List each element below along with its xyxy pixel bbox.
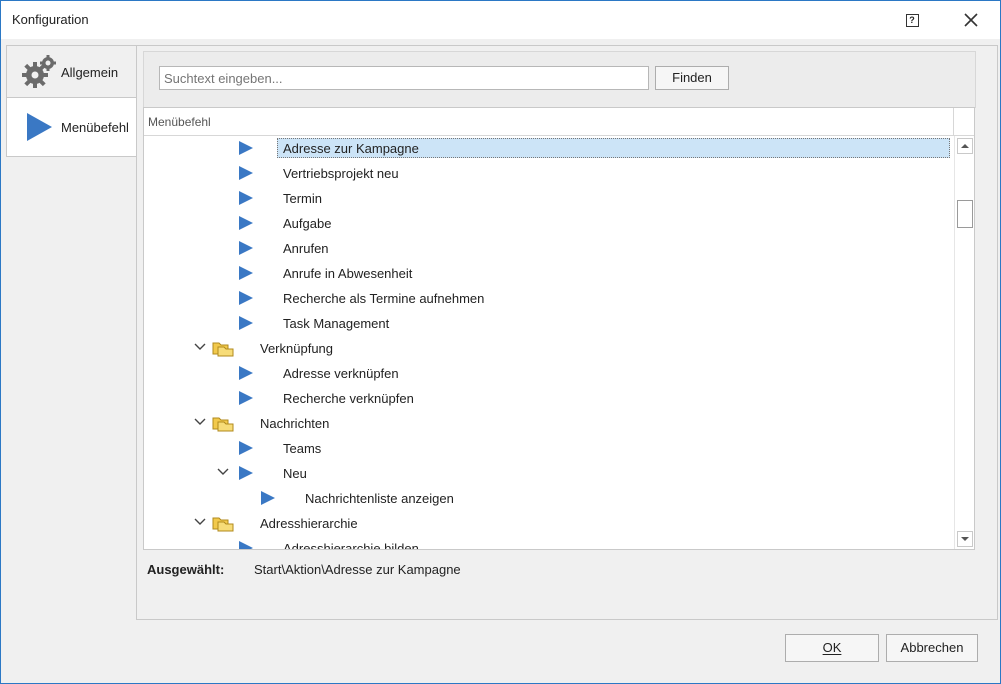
tree-row[interactable]: Recherche als Termine aufnehmen <box>144 286 954 311</box>
tree-row[interactable]: Teams <box>144 436 954 461</box>
vertical-scrollbar[interactable] <box>954 136 974 549</box>
tree-folder-label: Verknüpfung <box>260 341 334 356</box>
scroll-up-icon <box>961 144 969 148</box>
tree-row[interactable]: Task Management <box>144 311 954 336</box>
title-bar: Konfiguration ? <box>1 1 1000 39</box>
tab-label: Menübefehl <box>61 119 129 135</box>
command-arrow-icon <box>239 441 253 455</box>
window-title: Konfiguration <box>12 12 89 27</box>
tree-row-label: Nachrichtenliste anzeigen <box>305 491 454 506</box>
tree-row-label: Anrufe in Abwesenheit <box>283 266 413 281</box>
search-input[interactable] <box>159 66 649 90</box>
folder-icon <box>212 517 234 532</box>
tree-row[interactable]: Adresse zur Kampagne <box>144 136 954 161</box>
tree-row[interactable]: Nachrichtenliste anzeigen <box>144 486 954 511</box>
tree-row[interactable]: Recherche verknüpfen <box>144 386 954 411</box>
column-separator <box>953 108 954 135</box>
tree-row-label: Neu <box>283 466 307 481</box>
command-arrow-icon <box>239 291 253 305</box>
tab-menuebefehl[interactable]: Menübefehl <box>6 97 137 157</box>
gear-icon <box>19 52 59 92</box>
tree-row[interactable]: Anrufe in Abwesenheit <box>144 261 954 286</box>
scroll-up-button[interactable] <box>957 138 973 154</box>
command-arrow-icon <box>239 166 253 180</box>
tree-row[interactable]: Anrufen <box>144 236 954 261</box>
tree-row-label: Termin <box>283 191 323 206</box>
tab-label: Allgemein <box>61 64 119 80</box>
tree-row-label: Adresse zur Kampagne <box>283 141 419 156</box>
close-button[interactable] <box>951 5 991 35</box>
tree-row[interactable]: Adresshierarchie bilden <box>144 536 954 550</box>
chevron-down-icon[interactable] <box>194 341 206 353</box>
help-icon: ? <box>905 13 919 27</box>
chevron-down-icon[interactable] <box>217 466 229 478</box>
tree-row-label: Teams <box>283 441 322 456</box>
ok-button-label: OK <box>822 640 842 655</box>
folder-icon <box>212 342 234 357</box>
command-arrow-icon <box>239 141 253 155</box>
play-arrow-icon <box>19 107 59 147</box>
command-arrow-icon <box>239 541 253 549</box>
tree-row-label: Aufgabe <box>283 216 332 231</box>
command-arrow-icon <box>239 316 253 330</box>
tree-folder-label: Nachrichten <box>260 416 330 431</box>
folder-icon <box>212 417 234 432</box>
tree-row-label: Anrufen <box>283 241 329 256</box>
tree-row-label: Adresse verknüpfen <box>283 366 399 381</box>
column-header-menuebefehl[interactable]: Menübefehl <box>148 115 211 129</box>
find-button[interactable]: Finden <box>655 66 729 90</box>
command-arrow-icon <box>239 366 253 380</box>
command-arrow-icon <box>261 491 275 505</box>
scrollbar-thumb[interactable] <box>957 200 973 228</box>
tree-folder-row[interactable]: Nachrichten <box>144 411 954 436</box>
scroll-down-icon <box>961 537 969 541</box>
tree-row[interactable]: Adresse verknüpfen <box>144 361 954 386</box>
tab-allgemein[interactable]: Allgemein <box>6 45 137 99</box>
close-icon <box>964 13 978 27</box>
tree-rows: Adresse zur Kampagne Vertriebsprojekt ne… <box>144 136 954 550</box>
tree-row[interactable]: Vertriebsprojekt neu <box>144 161 954 186</box>
command-arrow-icon <box>239 191 253 205</box>
menu-tree: Menübefehl Adresse zur Kampagne Vertrieb… <box>143 107 975 550</box>
tree-row-label: Vertriebsprojekt neu <box>283 166 399 181</box>
selected-path-value: Start\Aktion\Adresse zur Kampagne <box>254 562 461 577</box>
tree-row[interactable]: Termin <box>144 186 954 211</box>
tree-row-label: Recherche als Termine aufnehmen <box>283 291 485 306</box>
cancel-button[interactable]: Abbrechen <box>886 634 978 662</box>
help-button[interactable]: ? <box>897 9 927 31</box>
scroll-down-button[interactable] <box>957 531 973 547</box>
command-arrow-icon <box>239 216 253 230</box>
tree-row[interactable]: Neu <box>144 461 954 486</box>
command-arrow-icon <box>239 466 253 480</box>
ok-button[interactable]: OK <box>785 634 879 662</box>
tree-header: Menübefehl <box>144 108 974 136</box>
command-arrow-icon <box>239 241 253 255</box>
tree-folder-label: Adresshierarchie <box>260 516 358 531</box>
command-arrow-icon <box>239 391 253 405</box>
chevron-down-icon[interactable] <box>194 416 206 428</box>
tree-row-label: Recherche verknüpfen <box>283 391 414 406</box>
tree-row[interactable]: Aufgabe <box>144 211 954 236</box>
selected-path-label: Ausgewählt: <box>147 562 225 577</box>
tree-row-label: Adresshierarchie bilden <box>283 541 419 550</box>
tree-folder-row[interactable]: Adresshierarchie <box>144 511 954 536</box>
command-arrow-icon <box>239 266 253 280</box>
chevron-down-icon[interactable] <box>194 516 206 528</box>
tree-folder-row[interactable]: Verknüpfung <box>144 336 954 361</box>
tree-row-label: Task Management <box>283 316 390 331</box>
